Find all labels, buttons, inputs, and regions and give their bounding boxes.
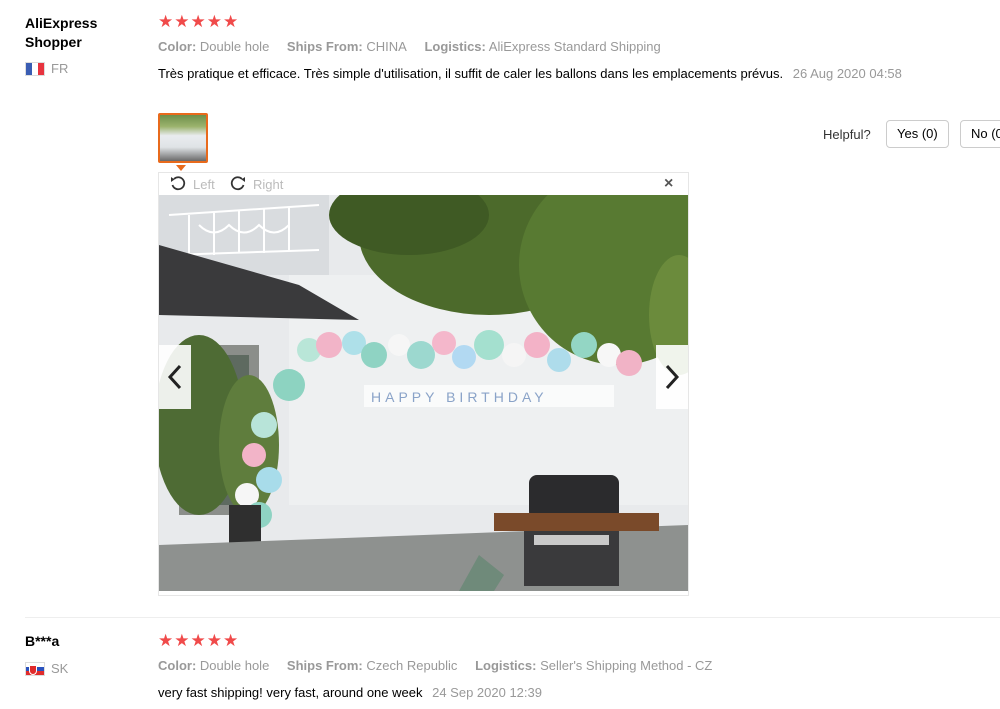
review-date: 24 Sep 2020 12:39 bbox=[432, 685, 542, 700]
review-divider bbox=[25, 617, 1000, 618]
photo-viewer: Left Right × HAPPY BIRTHDAY bbox=[158, 172, 689, 596]
next-photo-button[interactable] bbox=[656, 345, 688, 409]
attr-logistics: Logistics: AliExpress Standard Shipping bbox=[424, 39, 661, 54]
rotate-right-label: Right bbox=[253, 176, 284, 192]
reviewer-name: B***a bbox=[25, 633, 60, 649]
country-code: SK bbox=[51, 661, 69, 676]
rotate-left-button[interactable]: Left bbox=[169, 175, 215, 193]
thumbnail-active-caret bbox=[176, 165, 186, 171]
review-text: Très pratique et efficace. Très simple d… bbox=[158, 66, 784, 81]
rotate-right-icon bbox=[230, 176, 245, 191]
review-attributes: Color: Double hole Ships From: Czech Rep… bbox=[158, 658, 726, 673]
attr-logistics: Logistics: Seller's Shipping Method - CZ bbox=[475, 658, 713, 673]
review-attributes: Color: Double hole Ships From: CHINA Log… bbox=[158, 39, 675, 54]
rotate-right-button[interactable]: Right bbox=[229, 175, 283, 193]
rotate-left-icon bbox=[171, 176, 186, 191]
slovakia-flag-icon bbox=[25, 661, 45, 676]
helpful-yes-button[interactable]: Yes (0) bbox=[886, 120, 949, 148]
chevron-left-icon bbox=[167, 364, 182, 390]
close-icon[interactable]: × bbox=[664, 175, 673, 193]
country-code: FR bbox=[51, 61, 69, 76]
reviewer-country: FR bbox=[25, 61, 68, 76]
review-photo: HAPPY BIRTHDAY bbox=[159, 195, 688, 591]
attr-color: Color: Double hole bbox=[158, 39, 270, 54]
attr-ships-from: Ships From: Czech Republic bbox=[286, 658, 458, 673]
review-photo-thumbnail[interactable] bbox=[158, 113, 208, 163]
birthday-garden-photo: HAPPY BIRTHDAY bbox=[159, 195, 688, 591]
review-text: very fast shipping! very fast, around on… bbox=[158, 685, 423, 700]
attr-ships-from: Ships From: CHINA bbox=[286, 39, 407, 54]
rotate-left-label: Left bbox=[193, 176, 215, 192]
helpful-no-button[interactable]: No (0) bbox=[960, 120, 1000, 148]
review-body: Très pratique et efficace. Très simple d… bbox=[158, 64, 918, 84]
star-rating: ★★★★★ bbox=[158, 631, 240, 650]
svg-text:HAPPY BIRTHDAY: HAPPY BIRTHDAY bbox=[371, 389, 548, 405]
attr-color: Color: Double hole bbox=[158, 658, 270, 673]
helpful-label: Helpful? bbox=[823, 127, 871, 142]
france-flag-icon bbox=[25, 61, 45, 76]
previous-photo-button[interactable] bbox=[159, 345, 191, 409]
review-body: very fast shipping! very fast, around on… bbox=[158, 683, 918, 703]
reviewer-country: SK bbox=[25, 661, 68, 676]
review-date: 26 Aug 2020 04:58 bbox=[792, 66, 902, 81]
chevron-right-icon bbox=[665, 364, 680, 390]
reviewer-name: AliExpress Shopper bbox=[25, 15, 98, 50]
star-rating: ★★★★★ bbox=[158, 12, 240, 31]
